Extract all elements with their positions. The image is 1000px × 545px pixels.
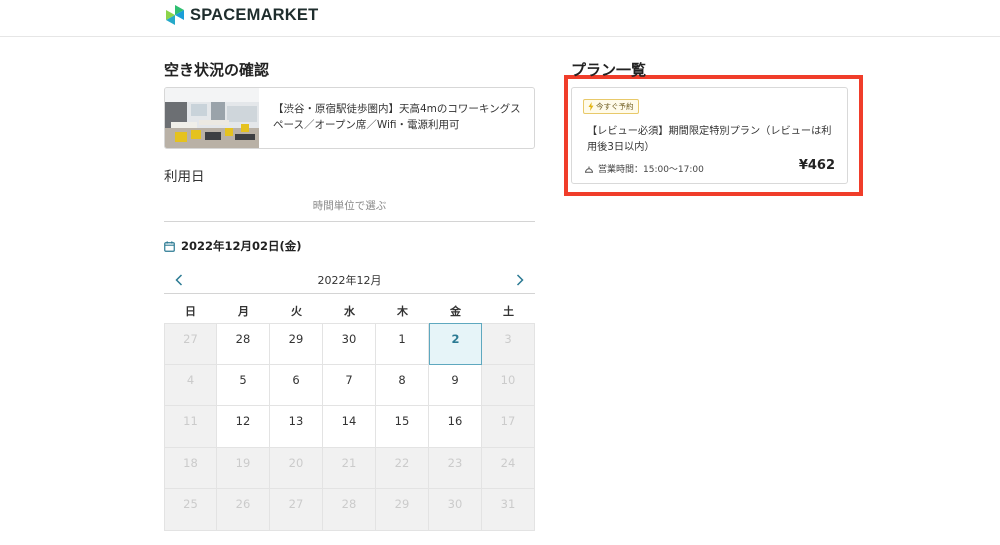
calendar-day[interactable]: 30 (323, 323, 376, 365)
calendar: 日 月 火 水 木 金 土 27 28 29 30 1 2 3 4 5 6 7 8 9 10 11 12 13 1… (164, 297, 535, 531)
clock-icon (585, 166, 593, 173)
calendar-day: 17 (482, 406, 535, 448)
weekday-fri: 金 (450, 305, 461, 318)
calendar-day-selected[interactable]: 2 (429, 323, 482, 365)
calendar-day: 11 (164, 406, 217, 448)
availability-title: 空き状況の確認 (164, 61, 270, 79)
calendar-day: 19 (217, 447, 270, 489)
calendar-day: 31 (482, 489, 535, 531)
tab-hourly[interactable]: 時間単位で選ぶ (164, 190, 535, 222)
space-thumbnail (165, 88, 259, 148)
weekday-mon: 月 (238, 305, 249, 318)
calendar-day[interactable]: 9 (429, 364, 482, 406)
weekday-thu: 木 (397, 305, 408, 318)
calendar-day: 28 (323, 489, 376, 531)
weekday-tue: 火 (291, 305, 302, 318)
next-month-button[interactable] (510, 270, 530, 290)
calendar-day[interactable]: 28 (217, 323, 270, 365)
calendar-day[interactable]: 5 (217, 364, 270, 406)
calendar-day[interactable]: 16 (429, 406, 482, 448)
brand-name: SPACEMARKET (190, 5, 319, 24)
spacemarket-logo-icon (166, 5, 184, 25)
calendar-day[interactable]: 13 (270, 406, 323, 448)
plan-price: ¥462 (798, 158, 835, 173)
calendar-day[interactable]: 12 (217, 406, 270, 448)
selected-date: 2022年12月02日(金) (164, 238, 302, 254)
plan-list-title: プラン一覧 (571, 61, 647, 79)
calendar-day: 26 (217, 489, 270, 531)
calendar-day: 10 (482, 364, 535, 406)
weekday-sat: 土 (503, 305, 514, 318)
space-photo (165, 88, 259, 148)
calendar-day: 20 (270, 447, 323, 489)
calendar-day: 3 (482, 323, 535, 365)
calendar-day: 27 (164, 323, 217, 365)
calendar-day: 24 (482, 447, 535, 489)
space-name: 【渋谷・原宿駅徒歩圏内】天高4mのコワーキングスペース／オープン席／Wifi・電… (273, 103, 521, 131)
selected-date-text: 2022年12月02日(金) (181, 239, 302, 253)
badge-label: 今すぐ予約 (596, 102, 634, 111)
month-title: 2022年12月 (317, 274, 382, 287)
calendar-day: 21 (323, 447, 376, 489)
calendar-day: 30 (429, 489, 482, 531)
plan-card[interactable]: 今すぐ予約 【レビュー必須】期間限定特別プラン（レビューは利用後3日以内） 営業… (571, 87, 848, 184)
date-label: 利用日 (164, 169, 205, 185)
space-card[interactable]: 【渋谷・原宿駅徒歩圏内】天高4mのコワーキングスペース／オープン席／Wifi・電… (164, 87, 535, 149)
weekday-header: 日 月 火 水 木 金 土 (164, 297, 535, 323)
calendar-day[interactable]: 15 (376, 406, 429, 448)
instant-booking-badge: 今すぐ予約 (583, 99, 639, 114)
calendar-day[interactable]: 7 (323, 364, 376, 406)
calendar-icon (164, 240, 175, 252)
plan-name: 【レビュー必須】期間限定特別プラン（レビューは利用後3日以内） (587, 126, 832, 153)
weekday-sun: 日 (185, 305, 196, 318)
logo[interactable]: SPACEMARKET (164, 4, 318, 26)
site-header: SPACEMARKET (0, 0, 1000, 37)
calendar-day: 23 (429, 447, 482, 489)
calendar-day: 18 (164, 447, 217, 489)
calendar-day[interactable]: 1 (376, 323, 429, 365)
lightning-icon (588, 102, 594, 111)
calendar-day: 25 (164, 489, 217, 531)
calendar-day: 29 (376, 489, 429, 531)
calendar-days: 27 28 29 30 1 2 3 4 5 6 7 8 9 10 11 12 13 14 15 16 17 18 19 20 2… (164, 323, 535, 531)
calendar-day: 4 (164, 364, 217, 406)
calendar-day: 22 (376, 447, 429, 489)
calendar-day: 27 (270, 489, 323, 531)
calendar-day[interactable]: 6 (270, 364, 323, 406)
plan-hours: 営業時間：15:00〜17:00 (584, 162, 704, 175)
calendar-day[interactable]: 14 (323, 406, 376, 448)
month-nav: 2022年12月 (164, 266, 535, 294)
plan-hours-text: 営業時間：15:00〜17:00 (598, 165, 704, 175)
calendar-day[interactable]: 8 (376, 364, 429, 406)
weekday-wed: 水 (344, 305, 355, 318)
chevron-right-icon (516, 274, 524, 286)
calendar-day[interactable]: 29 (270, 323, 323, 365)
